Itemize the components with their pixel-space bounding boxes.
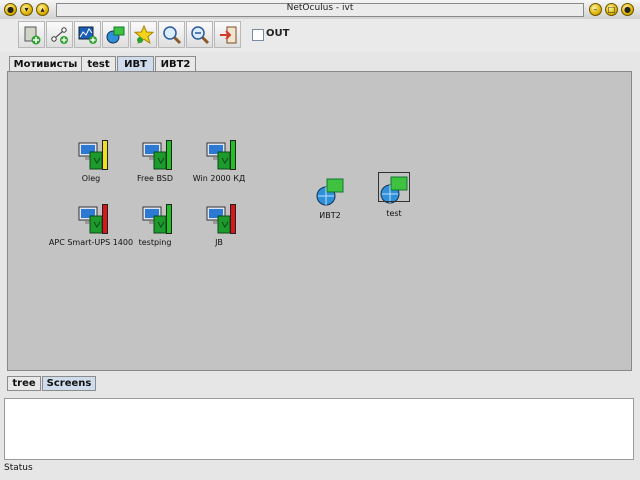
- tab-motivists[interactable]: Мотивисты: [9, 56, 82, 71]
- exit-button[interactable]: [214, 21, 241, 48]
- zoom-out-icon: [191, 26, 210, 45]
- log-panel: [4, 398, 634, 460]
- computer-icon: [78, 142, 103, 170]
- node-test-screen[interactable]: test: [348, 172, 440, 218]
- add-chart-button[interactable]: [74, 21, 101, 48]
- bottom-tabs: tree Screens: [0, 373, 640, 391]
- toolbar: OUT: [0, 19, 640, 53]
- screen-tabs: Мотивисты test ИВТ ИВТ2: [0, 52, 640, 72]
- computer-icon: [78, 206, 103, 234]
- zoom-in-icon: [163, 26, 182, 45]
- exit-icon: [220, 26, 237, 44]
- minimize-window-icon[interactable]: –: [589, 3, 602, 16]
- tab-tree[interactable]: tree: [7, 376, 41, 391]
- tab-screens[interactable]: Screens: [42, 376, 96, 391]
- zoom-in-button[interactable]: [158, 21, 185, 48]
- status-bar-green: [166, 140, 172, 170]
- node-label: Win 2000 КД: [192, 174, 246, 183]
- node-win2000[interactable]: Win 2000 КД: [173, 140, 265, 183]
- computer-icon: [206, 206, 231, 234]
- status-bar-red: [230, 204, 236, 234]
- add-link-button[interactable]: [46, 21, 73, 48]
- network-icon: [316, 178, 344, 206]
- node-label: test: [386, 209, 402, 218]
- maximize-window-icon[interactable]: □: [605, 3, 618, 16]
- zoom-out-button[interactable]: [186, 21, 213, 48]
- title-bar: ● ▾ ▴ NetOculus - ivt – □ ●: [0, 0, 640, 20]
- computer-icon: [142, 206, 167, 234]
- tab-test[interactable]: test: [81, 56, 116, 71]
- computer-icon: [206, 142, 231, 170]
- close-app-icon[interactable]: ●: [621, 3, 634, 16]
- computer-icon: [142, 142, 167, 170]
- node-label: JB: [215, 238, 223, 247]
- selection-box: [378, 172, 410, 202]
- status-bar-yellow: [102, 140, 108, 170]
- add-chart-icon: [78, 26, 97, 44]
- out-checkbox[interactable]: [252, 29, 264, 41]
- add-device-button[interactable]: [18, 21, 45, 48]
- node-jb[interactable]: JB: [173, 204, 265, 247]
- star-icon: [134, 25, 154, 45]
- network-canvas[interactable]: Oleg Free BSD Win 2000 КД APC Smart-UPS …: [7, 71, 632, 371]
- tab-ivt[interactable]: ИВТ: [117, 56, 154, 71]
- tab-ivt2[interactable]: ИВТ2: [155, 56, 196, 71]
- out-label: OUT: [266, 28, 290, 39]
- status-bar-red: [102, 204, 108, 234]
- status-text: Status: [4, 463, 33, 473]
- add-device-icon: [24, 26, 41, 45]
- status-bar-green: [166, 204, 172, 234]
- network-button[interactable]: [102, 21, 129, 48]
- network-icon: [106, 26, 125, 44]
- window-title: NetOculus - ivt: [286, 3, 354, 13]
- favorite-button[interactable]: [130, 21, 157, 48]
- add-link-icon: [51, 27, 68, 44]
- status-bar-green: [230, 140, 236, 170]
